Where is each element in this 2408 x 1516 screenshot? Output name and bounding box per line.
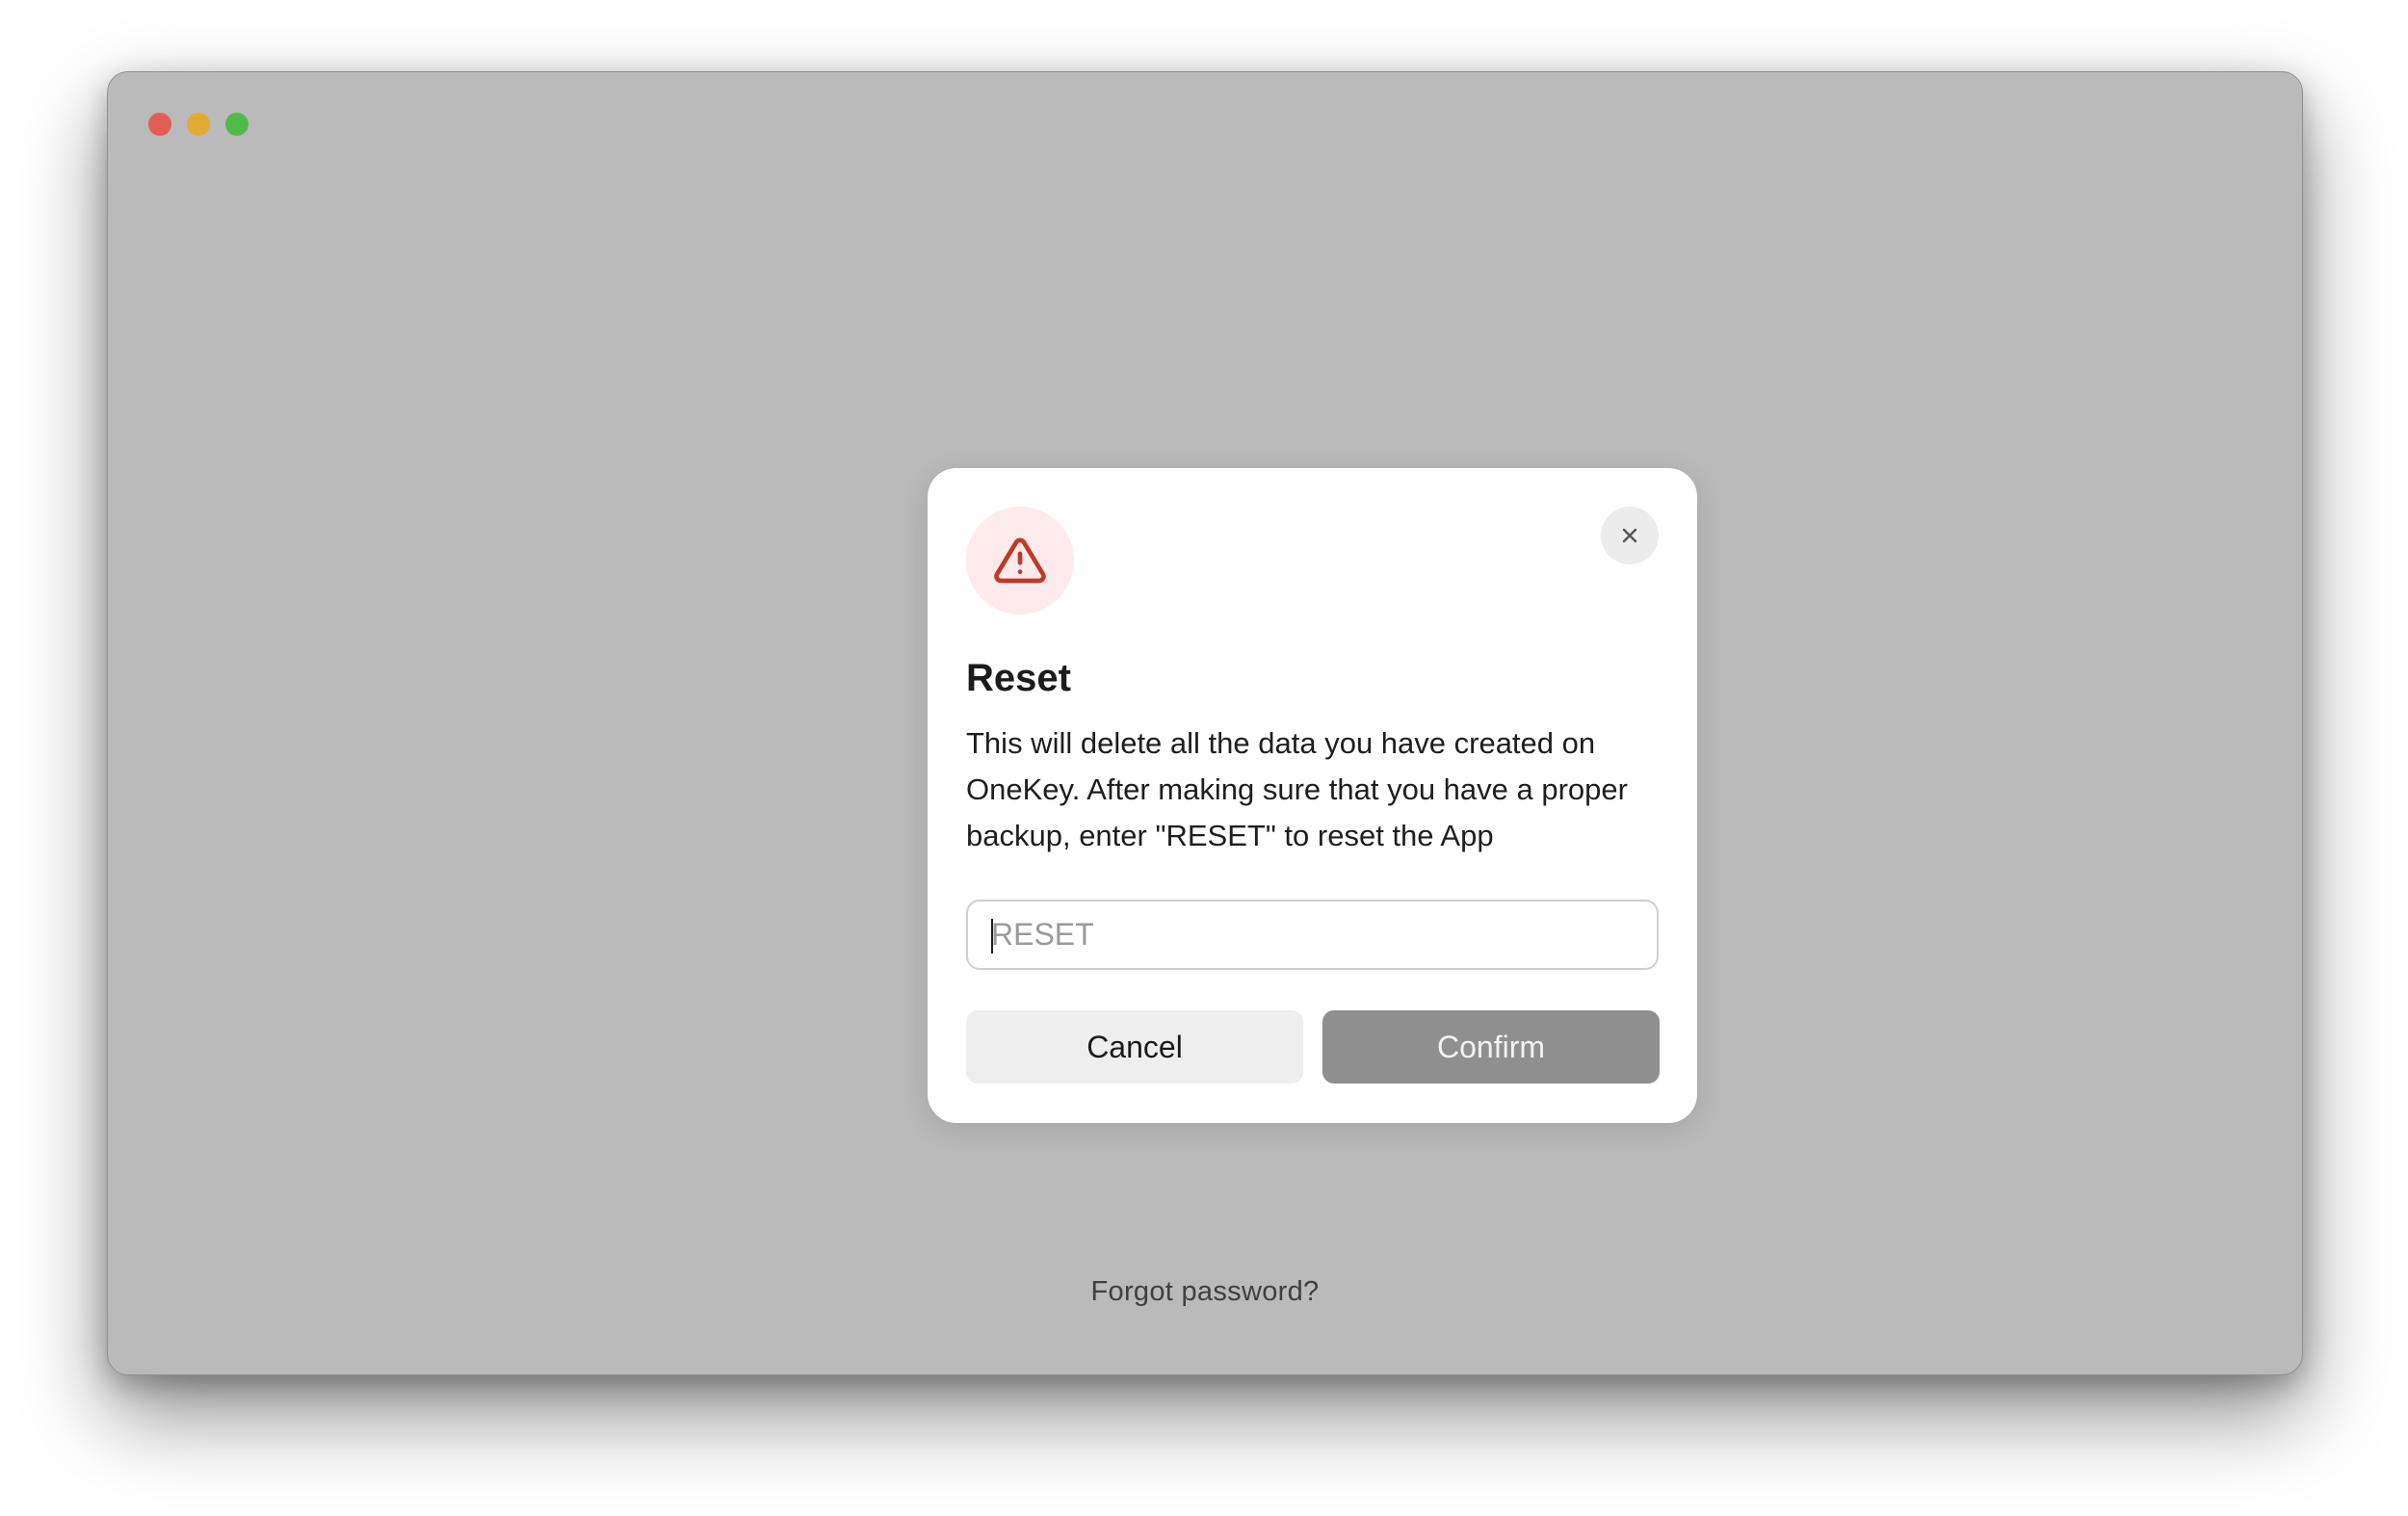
dialog-close-button[interactable] [1601,507,1659,564]
text-caret [991,919,993,954]
dialog-message: This will delete all the data you have c… [966,726,1628,852]
window-minimize-button[interactable] [187,113,210,136]
reset-dialog: Reset This will delete all the data you … [928,468,1697,1123]
reset-input-container [966,900,1659,970]
dialog-title: Reset [966,657,1071,699]
forgot-password-link[interactable]: Forgot password? [108,1276,2302,1308]
confirm-button[interactable]: Confirm [1322,1010,1660,1084]
reset-confirmation-input[interactable] [968,902,1657,968]
window-close-button[interactable] [148,113,171,136]
warning-badge [966,507,1074,614]
cancel-button[interactable]: Cancel [966,1010,1303,1084]
app-window: Reset This will delete all the data you … [107,71,2303,1375]
close-icon [1622,528,1637,543]
window-maximize-button[interactable] [225,113,249,136]
warning-triangle-icon [994,537,1046,584]
